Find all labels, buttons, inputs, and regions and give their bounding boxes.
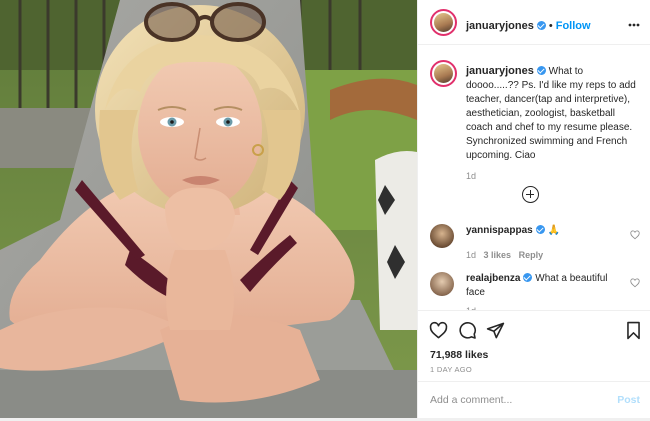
comment-avatar[interactable] (430, 224, 454, 248)
post-header: januaryjones • Follow (418, 0, 650, 45)
comment-item: realajbenza What a beautiful face 1d (430, 272, 640, 310)
add-comment-input[interactable] (430, 392, 600, 408)
comment-username[interactable]: yannispappas (466, 225, 533, 236)
comment-time[interactable]: 1d (466, 250, 476, 260)
comment-item: yannispappas 🙏 1d 3 likes Reply (430, 224, 640, 264)
caption-username[interactable]: januaryjones (466, 65, 534, 77)
follow-button[interactable]: Follow (556, 20, 591, 32)
comment-reply-button[interactable]: Reply (519, 250, 544, 260)
comment-text: 🙏 (547, 225, 560, 236)
caption-text: What to doooo.....?? Ps. I'd like my rep… (466, 66, 636, 161)
post-photo[interactable] (0, 0, 417, 418)
author-avatar-image (434, 13, 453, 32)
caption-avatar-image (434, 64, 453, 83)
posted-ago[interactable]: 1 DAY AGO (430, 365, 472, 374)
more-options-dots (628, 23, 640, 27)
comment-like-heart-icon[interactable] (630, 230, 640, 240)
add-comment-bar: Post (418, 381, 650, 420)
caption-time[interactable]: 1d (466, 169, 638, 183)
heart-icon[interactable] (429, 321, 448, 340)
comment-avatar[interactable] (430, 272, 454, 296)
share-icon[interactable] (486, 321, 505, 340)
author-avatar[interactable] (430, 9, 457, 36)
load-more-comments-icon[interactable] (522, 186, 539, 203)
bookmark-icon[interactable] (625, 321, 642, 340)
header-username[interactable]: januaryjones (466, 20, 534, 32)
post-photo-illustration (0, 0, 417, 418)
verified-badge-icon (536, 66, 546, 75)
header-separator: • (548, 20, 553, 32)
comment-like-heart-icon[interactable] (630, 278, 640, 288)
comment-body: realajbenza What a beautiful face (466, 272, 626, 300)
verified-badge-icon (535, 225, 545, 234)
caption-avatar[interactable] (430, 60, 457, 87)
header-author-line: januaryjones • Follow (466, 16, 591, 34)
post-actions: 71,988 likes 1 DAY AGO Post (418, 310, 650, 421)
verified-badge-icon (523, 273, 533, 282)
comment-username[interactable]: realajbenza (466, 273, 520, 284)
likes-count[interactable]: 71,988 likes (430, 349, 488, 361)
more-options-icon[interactable] (628, 14, 640, 30)
comment-icon[interactable] (458, 321, 477, 340)
post-side-panel: januaryjones • Follow januaryjones What to… (417, 0, 650, 418)
comment-likes[interactable]: 3 likes (484, 250, 512, 260)
comment-body: yannispappas 🙏 (466, 224, 626, 238)
verified-badge-icon (536, 21, 546, 30)
instagram-post: januaryjones • Follow januaryjones What to… (0, 0, 650, 418)
caption: januaryjones What to doooo.....?? Ps. I'… (466, 64, 638, 183)
comment-meta: 1d 3 likes Reply (466, 248, 543, 262)
post-comment-button[interactable]: Post (617, 394, 640, 406)
